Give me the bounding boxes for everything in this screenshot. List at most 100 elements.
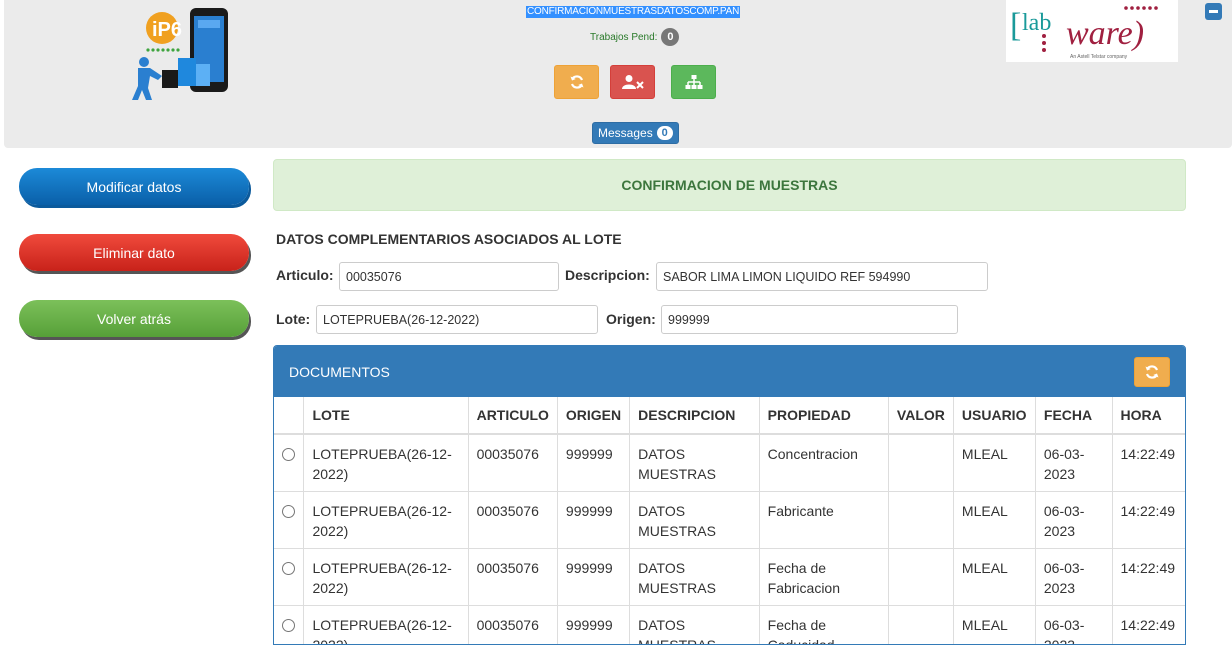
documents-refresh-button[interactable] <box>1134 356 1170 387</box>
cell-propiedad: Fecha de Caducidad <box>758 604 889 644</box>
cell-propiedad: Fabricante <box>758 490 889 548</box>
cell-lote: LOTEPRUEBA(26-12-2022) <box>303 433 469 491</box>
cell-usuario: MLEAL <box>952 433 1036 491</box>
messages-badge: 0 <box>656 126 673 140</box>
cell-lote: LOTEPRUEBA(26-12-2022) <box>303 547 469 605</box>
hierarchy-button[interactable] <box>671 65 716 99</box>
cell-valor <box>887 604 954 644</box>
cell-descripcion: DATOS MUESTRAS <box>629 433 760 491</box>
articulo-label: Articulo: <box>276 267 334 283</box>
page-title-alert: CONFIRMACION DE MUESTRAS <box>273 159 1186 211</box>
cell-hora: 14:22:49 <box>1111 433 1185 491</box>
pending-jobs: Trabajos Pend: 0 <box>590 28 680 46</box>
svg-text:iP6: iP6 <box>152 19 182 41</box>
cell-hora: 14:22:49 <box>1111 490 1185 548</box>
cell-hora: 14:22:49 <box>1111 547 1185 605</box>
documents-table: LOTE ARTICULO ORIGEN DESCRIPCION PROPIED… <box>274 397 1185 644</box>
cell-articulo: 00035076 <box>467 490 558 548</box>
cell-origen: 999999 <box>556 604 630 644</box>
descripcion-field[interactable]: SABOR LIMA LIMON LIQUIDO REF 594990 <box>656 262 988 291</box>
column-header[interactable]: DESCRIPCION <box>629 397 760 435</box>
column-header[interactable]: ARTICULO <box>467 397 558 435</box>
cell-usuario: MLEAL <box>952 490 1036 548</box>
cell-articulo: 00035076 <box>467 547 558 605</box>
cell-fecha: 06-03-2023 <box>1034 433 1113 491</box>
cell-articulo: 00035076 <box>467 604 558 644</box>
column-header[interactable]: USUARIO <box>952 397 1036 435</box>
screen-name: CONFIRMACIONMUESTRASDATOSCOMP.PAN <box>526 6 741 18</box>
labware-logo: [ lab ware) An Astell Telstar company <box>1006 0 1178 62</box>
cell-fecha: 06-03-2023 <box>1034 547 1113 605</box>
cell-valor <box>887 547 954 605</box>
cell-lote: LOTEPRUEBA(26-12-2022) <box>303 490 469 548</box>
back-label: Volver atrás <box>97 310 171 327</box>
section-title: DATOS COMPLEMENTARIOS ASOCIADOS AL LOTE <box>276 231 622 247</box>
cell-descripcion: DATOS MUESTRAS <box>629 604 760 644</box>
documents-panel-header: DOCUMENTOS <box>274 346 1185 397</box>
documents-title: DOCUMENTOS <box>289 363 390 380</box>
row-radio[interactable] <box>282 448 295 461</box>
modify-data-label: Modificar datos <box>86 178 182 195</box>
messages-button[interactable]: Messages 0 <box>592 122 679 144</box>
table-row[interactable]: LOTEPRUEBA(26-12-2022) 00035076 999999 D… <box>274 547 1185 605</box>
lote-label: Lote: <box>276 311 311 327</box>
lote-field[interactable]: LOTEPRUEBA(26-12-2022) <box>316 305 598 334</box>
column-header[interactable]: ORIGEN <box>556 397 630 435</box>
back-button[interactable]: Volver atrás <box>19 300 249 337</box>
table-row[interactable]: LOTEPRUEBA(26-12-2022) 00035076 999999 D… <box>274 433 1185 491</box>
origen-label: Origen: <box>606 311 656 327</box>
cell-descripcion: DATOS MUESTRAS <box>629 490 760 548</box>
cell-origen: 999999 <box>556 490 630 548</box>
modify-data-button[interactable]: Modificar datos <box>19 168 249 205</box>
refresh-icon <box>1145 364 1159 379</box>
cell-valor <box>887 433 954 491</box>
refresh-button[interactable] <box>554 65 599 99</box>
pending-jobs-badge: 0 <box>661 28 680 46</box>
cell-usuario: MLEAL <box>952 547 1036 605</box>
row-radio[interactable] <box>282 561 295 575</box>
refresh-icon <box>570 75 583 89</box>
delete-data-label: Eliminar dato <box>93 244 175 261</box>
column-header[interactable]: PROPIEDAD <box>758 397 889 435</box>
messages-label: Messages <box>598 126 653 140</box>
user-remove-icon <box>621 75 644 89</box>
minus-icon <box>1209 10 1218 13</box>
column-header[interactable]: HORA <box>1111 397 1185 435</box>
page-title: CONFIRMACION DE MUESTRAS <box>621 177 838 193</box>
column-header[interactable]: LOTE <box>303 397 469 435</box>
cell-lote: LOTEPRUEBA(26-12-2022) <box>303 604 469 644</box>
cell-hora: 14:22:49 <box>1111 604 1185 644</box>
collapse-header-button[interactable] <box>1205 3 1222 20</box>
top-header: iP6 CONFIRMACIONMUESTRASDATOSCOMP.PAN Tr… <box>4 0 1232 148</box>
svg-text:ware): ware) <box>1066 15 1144 52</box>
row-radio[interactable] <box>282 618 295 632</box>
select-column-header <box>274 397 304 435</box>
table-row[interactable]: LOTEPRUEBA(26-12-2022) 00035076 999999 D… <box>274 604 1185 644</box>
origen-field[interactable]: 999999 <box>661 305 958 334</box>
cell-propiedad: Fecha de Fabricacion <box>758 547 889 605</box>
documents-panel: DOCUMENTOS LOTE ARTICULO ORIGEN DESCRIPC… <box>273 345 1186 645</box>
delete-data-button[interactable]: Eliminar dato <box>19 234 249 271</box>
cell-origen: 999999 <box>556 433 630 491</box>
cell-origen: 999999 <box>556 547 630 605</box>
table-header-row: LOTE ARTICULO ORIGEN DESCRIPCION PROPIED… <box>274 397 1185 435</box>
cell-descripcion: DATOS MUESTRAS <box>629 547 760 605</box>
cell-usuario: MLEAL <box>952 604 1036 644</box>
articulo-field[interactable]: 00035076 <box>339 262 559 291</box>
descripcion-label: Descripcion: <box>565 267 650 283</box>
pending-jobs-label: Trabajos Pend: <box>590 31 658 43</box>
svg-text:[: [ <box>1010 7 1021 44</box>
column-header[interactable]: VALOR <box>887 397 954 435</box>
cell-valor <box>887 490 954 548</box>
app-logo: iP6 <box>128 6 238 102</box>
labware-tagline: An Astell Telstar company <box>1070 54 1128 60</box>
table-row[interactable]: LOTEPRUEBA(26-12-2022) 00035076 999999 D… <box>274 490 1185 548</box>
column-header[interactable]: FECHA <box>1034 397 1113 435</box>
cell-articulo: 00035076 <box>467 433 558 491</box>
remove-user-button[interactable] <box>610 65 655 99</box>
cell-fecha: 06-03-2023 <box>1034 490 1113 548</box>
row-radio[interactable] <box>282 504 295 518</box>
sitemap-icon <box>685 75 702 89</box>
cell-propiedad: Concentracion <box>758 433 889 491</box>
svg-text:lab: lab <box>1022 10 1051 36</box>
